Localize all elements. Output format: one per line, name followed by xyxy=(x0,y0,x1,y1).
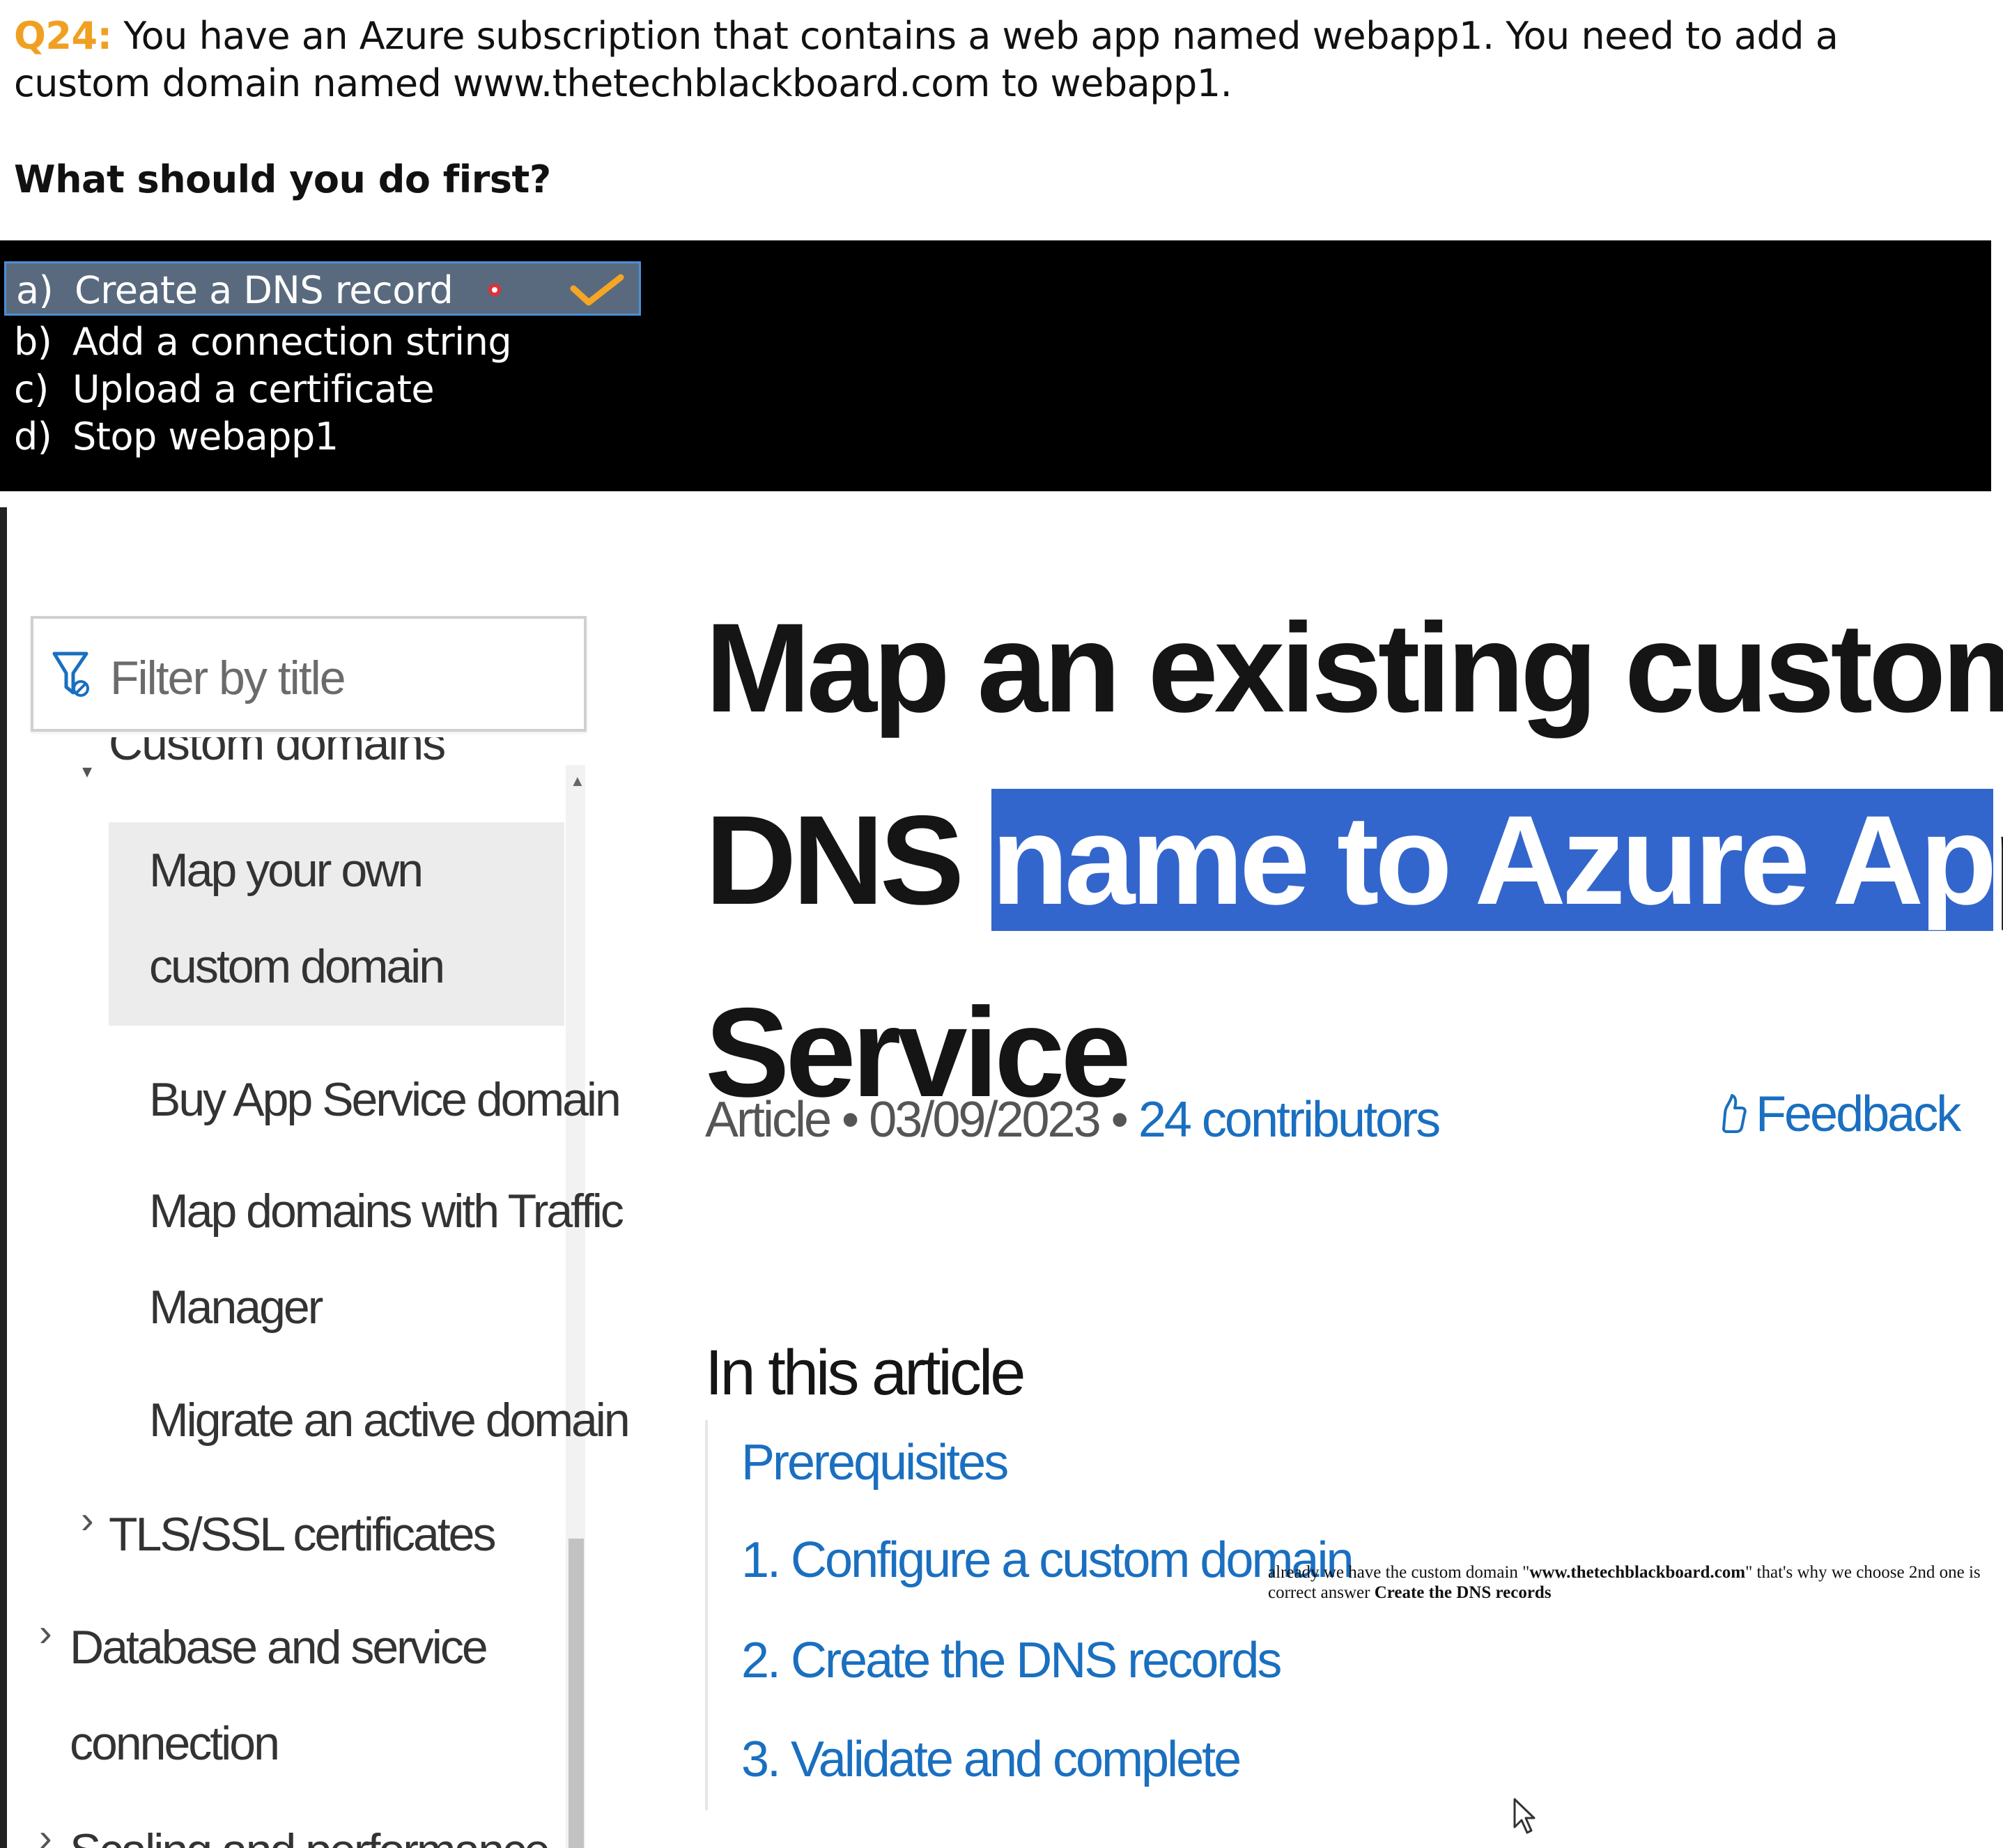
nav-item-tls-ssl[interactable]: TLS/SSL certificates xyxy=(109,1486,496,1583)
filter-icon xyxy=(52,652,89,697)
mouse-cursor-icon xyxy=(1513,1798,1536,1834)
option-label: Stop webapp1 xyxy=(72,415,339,459)
scroll-up-icon[interactable]: ▲ xyxy=(570,772,585,790)
record-dot-icon xyxy=(488,284,501,297)
option-label: Create a DNS record xyxy=(75,268,454,312)
page-title: Map an existing custom DNS name to Azure… xyxy=(705,571,2003,1148)
question-text: Q24: You have an Azure subscription that… xyxy=(14,13,1965,107)
option-a[interactable]: a) Create a DNS record xyxy=(4,261,641,316)
filter-input[interactable]: Filter by title xyxy=(31,616,587,732)
nav-section-label: Custom domains xyxy=(109,737,446,770)
thumbs-icon xyxy=(1722,1093,1747,1133)
checkmark-icon xyxy=(570,274,624,306)
option-letter: b) xyxy=(14,320,52,364)
option-b[interactable]: b) Add a connection string xyxy=(14,318,512,366)
filter-placeholder: Filter by title xyxy=(110,652,346,704)
nav-item-manager[interactable]: Manager xyxy=(149,1258,323,1356)
question-number: Q24: xyxy=(14,14,112,58)
feedback-button[interactable]: Feedback xyxy=(1719,1086,1961,1143)
nav-item-scaling-performance[interactable]: Scaling and performance xyxy=(70,1802,550,1848)
option-letter: c) xyxy=(14,367,49,411)
question-prompt: What should you do first? xyxy=(14,157,551,201)
chevron-right-icon[interactable]: › xyxy=(39,1610,52,1655)
title-line-1: Map an existing custom xyxy=(705,596,2003,739)
meta-separator: • xyxy=(1099,1092,1138,1148)
nav-item-connection[interactable]: connection xyxy=(70,1695,280,1792)
answer-options: a) Create a DNS record b) Add a connection… xyxy=(0,240,1991,494)
explanation-note: already we have the custom domain "www.t… xyxy=(1268,1562,1986,1603)
title-text: DNS xyxy=(705,788,991,931)
toc-heading: In this article xyxy=(705,1337,1026,1409)
title-text: p xyxy=(1993,789,2003,931)
option-label: Upload a certificate xyxy=(72,367,435,411)
frame-edge xyxy=(1991,0,2003,516)
nav-item-database-service[interactable]: Database and service xyxy=(70,1599,488,1696)
note-domain: www.thetechblackboard.com xyxy=(1529,1563,1746,1582)
option-letter: a) xyxy=(16,268,54,312)
note-answer: Create the DNS records xyxy=(1374,1583,1552,1602)
question-body: You have an Azure subscription that cont… xyxy=(14,14,1839,105)
frame-divider xyxy=(0,507,7,1848)
option-d[interactable]: d) Stop webapp1 xyxy=(14,413,339,461)
collapse-caret-icon[interactable]: ▾ xyxy=(82,760,92,783)
nav-section-custom-domains[interactable]: Custom domains xyxy=(109,737,596,773)
toc-divider xyxy=(705,1420,708,1810)
nav-item-migrate-active-domain[interactable]: Migrate an active domain xyxy=(149,1371,631,1469)
toc-link-validate[interactable]: 3. Validate and complete xyxy=(741,1731,1242,1788)
nav-item-buy-app-service-domain[interactable]: Buy App Service domain xyxy=(149,1051,621,1148)
chevron-right-icon[interactable]: › xyxy=(81,1497,94,1542)
option-label: Add a connection string xyxy=(72,320,512,364)
note-text: already we have the custom domain " xyxy=(1268,1563,1530,1582)
article-date: 03/09/2023 xyxy=(869,1092,1101,1148)
toc-link-configure[interactable]: 1. Configure a custom domain xyxy=(741,1532,1354,1589)
question-panel: Q24: You have an Azure subscription that… xyxy=(0,0,2003,240)
contributors-link[interactable]: 24 contributors xyxy=(1138,1092,1441,1148)
nav-item-map-your-own-custom-domain[interactable]: Map your own custom domain xyxy=(109,822,564,1026)
article-type: Article xyxy=(705,1092,832,1148)
toc-link-prerequisites[interactable]: Prerequisites xyxy=(741,1434,1009,1491)
option-letter: d) xyxy=(14,415,52,459)
scrollbar-thumb[interactable] xyxy=(569,1539,584,1848)
toc-link-create-dns[interactable]: 2. Create the DNS records xyxy=(741,1632,1282,1689)
title-highlight: name to Azure Ap xyxy=(991,788,1997,931)
feedback-label: Feedback xyxy=(1756,1086,1961,1142)
option-c[interactable]: c) Upload a certificate xyxy=(14,366,435,413)
chevron-right-icon[interactable]: › xyxy=(39,1815,52,1848)
nav-item-map-domains-traffic[interactable]: Map domains with Traffic xyxy=(149,1162,624,1260)
meta-separator: • xyxy=(830,1092,869,1148)
title-line-2: DNS name to Azure App xyxy=(705,764,2003,956)
article-meta: Article • 03/09/2023 • 24 contributors xyxy=(705,1091,1441,1148)
docs-screenshot: Filter by title ▾ Custom domains ▲ Map y… xyxy=(0,507,2003,1848)
